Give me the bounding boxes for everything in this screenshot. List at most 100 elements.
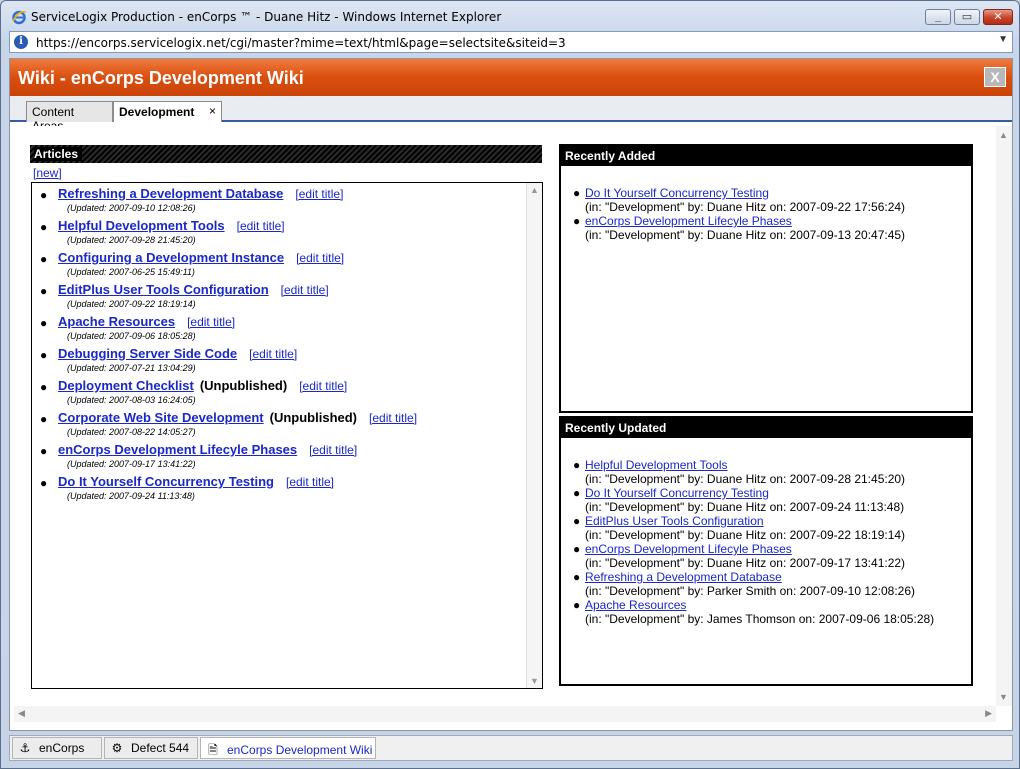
scroll-right-icon[interactable]: ▶ xyxy=(985,708,992,719)
article-item: ● Do It Yourself Concurrency Testing [edit… xyxy=(40,473,520,505)
recent-article-link[interactable]: Do It Yourself Concurrency Testing xyxy=(585,186,769,200)
close-icon: ✕ xyxy=(993,11,1003,23)
maximize-icon: ▭ xyxy=(961,11,973,23)
recently-updated-list: ● Helpful Development Tools (in: "Developm… xyxy=(573,458,934,626)
article-link[interactable]: Configuring a Development Instance xyxy=(58,250,284,265)
recent-article-link[interactable]: EditPlus User Tools Configuration xyxy=(585,514,764,528)
page-vertical-scrollbar[interactable]: ▲ ▼ xyxy=(996,126,1012,706)
app-taskbar: ⚓ enCorps ⚙ Defect 544 🗎 enCorps Developmen… xyxy=(9,735,1013,761)
anchor-icon: ⚓ xyxy=(19,741,31,755)
article-row: Refreshing a Development Database [edit t… xyxy=(58,186,343,201)
tab-development[interactable]: Development × xyxy=(113,101,222,122)
recently-added-list: ● Do It Yourself Concurrency Testing (in: … xyxy=(573,186,906,242)
scroll-down-icon[interactable]: ▼ xyxy=(530,676,539,686)
taskbar-wiki[interactable]: 🗎 enCorps Development Wiki xyxy=(200,737,376,759)
article-row: Corporate Web Site Development (Unpublish… xyxy=(58,410,417,425)
edit-title-link[interactable]: [edit title] xyxy=(295,187,343,201)
recent-item-meta: (in: "Development" by: Duane Hitz on: 20… xyxy=(585,556,906,570)
article-link[interactable]: Helpful Development Tools xyxy=(58,218,225,233)
article-updated: (Updated: 2007-08-22 14:05:27) xyxy=(67,427,196,437)
recently-updated-header: Recently Updated xyxy=(561,418,971,438)
recent-item-meta: (in: "Development" by: Duane Hitz on: 20… xyxy=(585,200,906,214)
article-row: enCorps Development Lifecyle Phases [edit… xyxy=(58,442,357,457)
article-link[interactable]: enCorps Development Lifecyle Phases xyxy=(58,442,297,457)
article-link[interactable]: Corporate Web Site Development xyxy=(58,410,264,425)
page-horizontal-scrollbar[interactable]: ◀ ▶ xyxy=(14,706,996,722)
bullet: ● xyxy=(40,476,48,490)
article-link[interactable]: Refreshing a Development Database xyxy=(58,186,283,201)
wiki-app: Wiki - enCorps Development Wiki X Conten… xyxy=(9,58,1013,731)
article-item: ● Deployment Checklist (Unpublished) [edit … xyxy=(40,377,520,409)
recent-article-link[interactable]: Helpful Development Tools xyxy=(585,458,728,472)
edit-title-link[interactable]: [edit title] xyxy=(369,411,417,425)
recent-article-link[interactable]: enCorps Development Lifecyle Phases xyxy=(585,542,792,556)
unpublished-label: (Unpublished) xyxy=(199,378,288,393)
scroll-up-icon[interactable]: ▲ xyxy=(530,185,539,195)
bullet: ● xyxy=(573,514,581,528)
article-updated: (Updated: 2007-09-06 18:05:28) xyxy=(67,331,196,341)
article-item: ● enCorps Development Lifecyle Phases [edi… xyxy=(40,441,520,473)
chevron-down-icon[interactable]: ▼ xyxy=(998,34,1008,45)
article-row: Apache Resources [edit title] xyxy=(58,314,235,329)
article-item: ● Configuring a Development Instance [edit… xyxy=(40,249,520,281)
wiki-close-button[interactable]: X xyxy=(984,67,1006,87)
article-item: ● EditPlus User Tools Configuration [edit … xyxy=(40,281,520,313)
bullet: ● xyxy=(40,252,48,266)
taskbar-encorps[interactable]: ⚓ enCorps xyxy=(12,737,102,759)
scroll-down-icon[interactable]: ▼ xyxy=(999,692,1008,702)
bullet: ● xyxy=(40,348,48,362)
recent-item-meta: (in: "Development" by: Duane Hitz on: 20… xyxy=(585,228,906,242)
article-item: ● Helpful Development Tools [edit title] (U… xyxy=(40,217,520,249)
taskbar-defect[interactable]: ⚙ Defect 544 xyxy=(104,737,198,759)
bullet: ● xyxy=(40,284,48,298)
recent-article-link[interactable]: Apache Resources xyxy=(585,598,686,612)
article-updated: (Updated: 2007-07-21 13:04:29) xyxy=(67,363,196,373)
address-url[interactable]: https://encorps.servicelogix.net/cgi/mas… xyxy=(36,36,566,50)
article-link[interactable]: Deployment Checklist xyxy=(58,378,194,393)
minimize-button[interactable]: _ xyxy=(925,9,951,25)
wiki-page-icon: 🗎 xyxy=(208,743,218,757)
article-updated: (Updated: 2007-09-28 21:45:20) xyxy=(67,235,196,245)
recent-article-link[interactable]: enCorps Development Lifecyle Phases xyxy=(585,214,792,228)
new-article-link[interactable]: [new] xyxy=(33,166,62,180)
edit-title-link[interactable]: [edit title] xyxy=(299,379,347,393)
article-link[interactable]: Debugging Server Side Code xyxy=(58,346,237,361)
bullet: ● xyxy=(40,380,48,394)
article-link[interactable]: EditPlus User Tools Configuration xyxy=(58,282,269,297)
edit-title-link[interactable]: [edit title] xyxy=(187,315,235,329)
edit-title-link[interactable]: [edit title] xyxy=(281,283,329,297)
taskbar-label: Defect 544 xyxy=(131,741,190,755)
wiki-header: Wiki - enCorps Development Wiki X xyxy=(10,59,1012,96)
bullet: ● xyxy=(40,220,48,234)
window-close-button[interactable]: ✕ xyxy=(983,9,1013,25)
tab-label: Development xyxy=(119,105,195,119)
bullet: ● xyxy=(40,444,48,458)
article-row: Configuring a Development Instance [edit … xyxy=(58,250,344,265)
minimize-icon: _ xyxy=(934,11,942,23)
taskbar-label: enCorps xyxy=(39,741,85,755)
recent-article-link[interactable]: Refreshing a Development Database xyxy=(585,570,782,584)
article-item: ● Debugging Server Side Code [edit title] (… xyxy=(40,345,520,377)
bullet: ● xyxy=(573,458,581,472)
bullet: ● xyxy=(573,598,581,612)
tab-close-icon[interactable]: × xyxy=(209,104,216,118)
edit-title-link[interactable]: [edit title] xyxy=(249,347,297,361)
edit-title-link[interactable]: [edit title] xyxy=(237,219,285,233)
gear-icon: ⚙ xyxy=(111,741,123,755)
edit-title-link[interactable]: [edit title] xyxy=(296,251,344,265)
article-link[interactable]: Do It Yourself Concurrency Testing xyxy=(58,474,274,489)
edit-title-link[interactable]: [edit title] xyxy=(286,475,334,489)
recent-article-link[interactable]: Do It Yourself Concurrency Testing xyxy=(585,486,769,500)
articles-header-label: Articles xyxy=(34,147,83,161)
recent-item: ● Apache Resources (in: "Development" by: … xyxy=(573,598,934,626)
articles-scrollbar[interactable]: ▲ ▼ xyxy=(526,183,542,688)
article-link[interactable]: Apache Resources xyxy=(58,314,175,329)
scroll-left-icon[interactable]: ◀ xyxy=(18,708,25,719)
article-row: Do It Yourself Concurrency Testing [edit … xyxy=(58,474,334,489)
recent-item: ● Refreshing a Development Database (in: "… xyxy=(573,570,934,598)
tab-content-areas[interactable]: Content Areas xyxy=(26,101,113,133)
scroll-up-icon[interactable]: ▲ xyxy=(999,130,1008,140)
maximize-button[interactable]: ▭ xyxy=(954,9,980,25)
edit-title-link[interactable]: [edit title] xyxy=(309,443,357,457)
address-bar[interactable]: i https://encorps.servicelogix.net/cgi/m… xyxy=(9,31,1013,53)
